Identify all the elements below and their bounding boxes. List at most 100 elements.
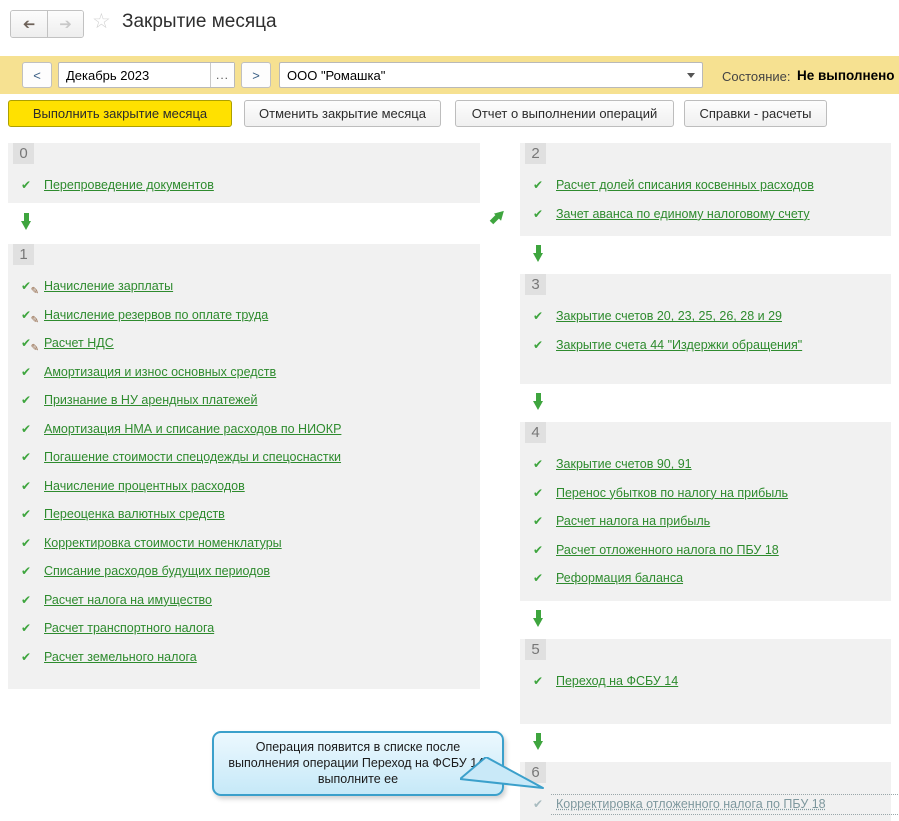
operation-link[interactable]: Признание в НУ арендных платежей: [44, 393, 257, 407]
operation-row: ✔ Переоценка валютных средств: [8, 500, 480, 529]
operation-link[interactable]: Начисление резервов по оплате труда: [44, 308, 268, 322]
arrow-down-icon: [533, 392, 544, 410]
operation-row: ✔ ✎ Начисление зарплаты: [8, 272, 480, 301]
back-button[interactable]: ➔: [11, 11, 47, 37]
operation-row: ✔ Погашение стоимости спецодежды и спецос…: [8, 443, 480, 472]
check-icon: ✔: [20, 421, 32, 436]
operation-link[interactable]: Амортизация НМА и списание расходов по Н…: [44, 422, 341, 436]
execute-month-closing-button[interactable]: Выполнить закрытие месяца: [8, 100, 232, 127]
section-5: 5 ✔ Переход на ФСБУ 14: [520, 639, 891, 724]
organization-combobox[interactable]: ООО "Ромашка": [279, 62, 703, 88]
flow-arrow-row: [520, 384, 891, 418]
forward-button[interactable]: ➔: [47, 11, 83, 37]
flow-arrow-row: [520, 601, 891, 635]
tooltip-callout: Операция появится в списке после выполнен…: [212, 731, 544, 796]
check-icon: ✔: [20, 621, 32, 636]
window-header: ➔ ➔ ☆ Закрытие месяца: [0, 0, 899, 44]
next-period-button[interactable]: >: [241, 62, 271, 88]
operation-link[interactable]: Начисление зарплаты: [44, 279, 173, 293]
arrow-down-icon: [533, 244, 544, 262]
section-number: 1: [13, 244, 34, 265]
organization-value: ООО "Ромашка": [287, 67, 386, 83]
check-icon: ✔: [20, 393, 32, 408]
favorite-star-icon[interactable]: ☆: [92, 9, 111, 34]
operation-link[interactable]: Реформация баланса: [556, 571, 683, 585]
arrow-up-right-icon: [488, 207, 508, 227]
organization-dropdown-button[interactable]: [680, 63, 702, 87]
operation-row: ✔ Закрытие счетов 90, 91: [520, 450, 891, 479]
check-icon: ✔: [532, 206, 544, 221]
operation-link[interactable]: Закрытие счета 44 "Издержки обращения": [556, 338, 802, 352]
operation-link[interactable]: Переоценка валютных средств: [44, 507, 225, 521]
operation-link[interactable]: Амортизация и износ основных средств: [44, 365, 276, 379]
previous-period-button[interactable]: <: [22, 62, 52, 88]
check-icon: ✔: [20, 592, 32, 607]
status-label: Состояние:: [722, 69, 791, 84]
section-6: 6 ✔ Корректировка отложенного налога по ПБ…: [520, 762, 899, 821]
operation-link[interactable]: Переход на ФСБУ 14: [556, 674, 678, 688]
operations-report-button[interactable]: Отчет о выполнении операций: [455, 100, 674, 127]
operation-row: ✔ Перепроведение документов: [8, 171, 480, 200]
operation-link[interactable]: Расчет НДС: [44, 336, 114, 350]
cancel-month-closing-button[interactable]: Отменить закрытие месяца: [244, 100, 441, 127]
operation-row: ✔ Расчет отложенного налога по ПБУ 18: [520, 536, 891, 565]
check-icon: ✔: [20, 178, 32, 193]
check-icon: ✔: [20, 564, 32, 579]
check-icon: ✔: [532, 485, 544, 500]
operation-row: ✔ Расчет транспортного налога: [8, 614, 480, 643]
actions-bar: Выполнить закрытие месяца Отменить закры…: [0, 100, 899, 128]
scheme-column-left: 0 ✔ Перепроведение документов 1 ✔ ✎ Начисление…: [8, 139, 480, 689]
flow-arrow-row: [520, 724, 891, 758]
pencil-icon: ✎: [30, 343, 39, 355]
check-icon: ✔: [20, 450, 32, 465]
operation-link[interactable]: Расчет отложенного налога по ПБУ 18: [556, 543, 779, 557]
operation-row: ✔ Реформация баланса: [520, 564, 891, 593]
operation-row: ✔ Корректировка стоимости номенклатуры: [8, 529, 480, 558]
section-number: 5: [525, 639, 546, 660]
period-field[interactable]: Декабрь 2023 ...: [58, 62, 235, 88]
operation-link[interactable]: Погашение стоимости спецодежды и спецосн…: [44, 450, 341, 464]
section-number: 2: [525, 143, 546, 164]
check-icon: ✔: [532, 309, 544, 324]
operation-link[interactable]: Перенос убытков по налогу на прибыль: [556, 486, 788, 500]
period-picker-button[interactable]: ...: [210, 63, 234, 87]
operation-link[interactable]: Расчет земельного налога: [44, 650, 197, 664]
operation-link[interactable]: Расчет транспортного налога: [44, 621, 214, 635]
references-calculations-button[interactable]: Справки - расчеты: [684, 100, 827, 127]
history-nav: ➔ ➔: [10, 10, 84, 38]
operation-row: ✔ Закрытие счетов 20, 23, 25, 26, 28 и 29: [520, 302, 891, 331]
operation-link[interactable]: Корректировка отложенного налога по ПБУ …: [556, 797, 826, 811]
arrow-down-icon: [533, 609, 544, 627]
check-icon: ✔: [532, 178, 544, 193]
section-number: 4: [525, 422, 546, 443]
operation-link[interactable]: Перепроведение документов: [44, 178, 214, 192]
operation-link[interactable]: Расчет налога на прибыль: [556, 514, 710, 528]
section-number: 3: [525, 274, 546, 295]
check-icon: ✔: [20, 535, 32, 550]
operation-row: ✔ Признание в НУ арендных платежей: [8, 386, 480, 415]
check-icon: ✔: [20, 507, 32, 522]
section-number: 0: [13, 143, 34, 164]
operation-link[interactable]: Закрытие счетов 90, 91: [556, 457, 692, 471]
pencil-icon: ✎: [30, 314, 39, 326]
month-closing-scheme: 0 ✔ Перепроведение документов 1 ✔ ✎ Начисление…: [0, 139, 899, 821]
operation-link[interactable]: Расчет налога на имущество: [44, 593, 212, 607]
check-icon: ✔: [20, 364, 32, 379]
check-icon: ✔: [532, 674, 544, 689]
operation-link[interactable]: Списание расходов будущих периодов: [44, 564, 270, 578]
scheme-column-right: 2 ✔ Расчет долей списания косвенных расход…: [520, 139, 899, 821]
operation-link[interactable]: Зачет аванса по единому налоговому счету: [556, 207, 810, 221]
operation-link[interactable]: Закрытие счетов 20, 23, 25, 26, 28 и 29: [556, 309, 782, 323]
period-toolbar: < Декабрь 2023 ... > ООО "Ромашка" Состо…: [0, 56, 899, 94]
check-icon: ✔: [532, 337, 544, 352]
operation-link[interactable]: Корректировка стоимости номенклатуры: [44, 536, 282, 550]
operation-row: ✔ Закрытие счета 44 "Издержки обращения": [520, 331, 891, 360]
check-icon: ✔: [532, 457, 544, 472]
section-2: 2 ✔ Расчет долей списания косвенных расход…: [520, 143, 891, 236]
operation-link[interactable]: Начисление процентных расходов: [44, 479, 245, 493]
operation-row: ✔ Перенос убытков по налогу на прибыль: [520, 479, 891, 508]
arrow-down-icon: [533, 732, 544, 750]
page-title: Закрытие месяца: [122, 11, 277, 32]
operation-row: ✔ Зачет аванса по единому налоговому счет…: [520, 200, 891, 229]
operation-link[interactable]: Расчет долей списания косвенных расходов: [556, 178, 814, 192]
